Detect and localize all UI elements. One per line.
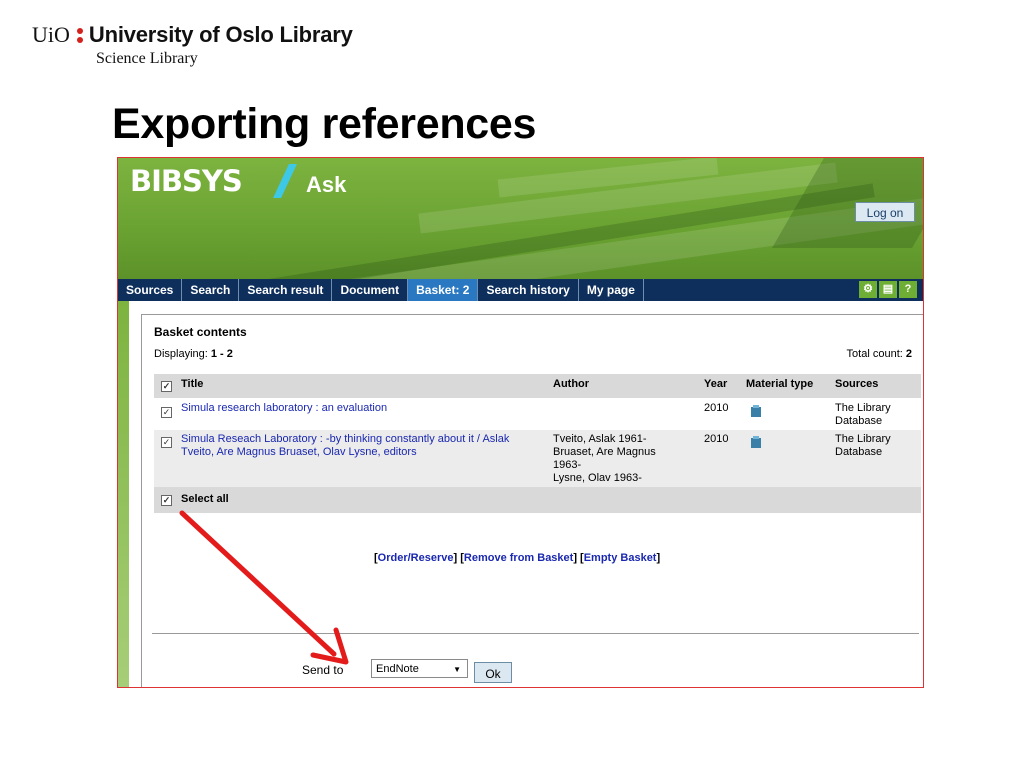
row-checkbox[interactable]: ✓ [161,437,172,448]
ask-logo: Ask [306,172,347,197]
tools-icon[interactable]: ⚙ [859,281,877,298]
basket-heading: Basket contents [154,325,247,339]
col-title: Title [181,378,204,390]
tab-sources[interactable]: Sources [118,279,183,301]
book-icon [750,404,762,421]
tab-document[interactable]: Document [332,279,409,301]
send-to-label: Send to [302,663,344,677]
dropdown-caret-icon: ▼ [453,665,461,674]
bibsys-logo: BIBSYS [130,164,243,198]
header-banner: BIBSYS Ask Log on [118,158,923,279]
col-year: Year [704,378,728,390]
select-all-row: ✓ Select all [154,487,921,513]
row-checkbox[interactable]: ✓ [161,407,172,418]
order-reserve-link[interactable]: Order/Reserve [378,552,454,564]
col-sources: Sources [835,378,879,390]
basket-panel: Basket contents Displaying: 1 - 2 Total … [141,314,923,687]
divider [152,633,919,634]
record-source: The Library Database [835,402,891,427]
remove-from-basket-link[interactable]: Remove from Basket [464,552,573,564]
main-nav: Sources Search Search result Document Ba… [118,279,923,301]
book-icon [750,435,762,452]
record-year: 2010 [704,433,729,445]
record-source: The Library Database [835,433,891,458]
basket-actions: [Order/Reserve] [Remove from Basket] [Em… [374,552,661,564]
uio-wordmark: UiO [32,22,70,47]
record-year: 2010 [704,402,729,414]
select-all-label[interactable]: Select all [181,493,229,505]
tab-search[interactable]: Search [182,279,240,301]
tab-basket[interactable]: Basket: 2 [408,279,479,301]
record-title-link[interactable]: Simula Reseach Laboratory : -by thinking… [181,433,509,459]
tab-search-result[interactable]: Search result [239,279,333,301]
uio-dots-icon [76,27,83,43]
help-icon[interactable]: ? [899,281,917,298]
print-icon[interactable]: ▤ [879,281,897,298]
record-author: Tveito, Aslak 1961- Bruaset, Are Magnus … [553,433,656,484]
nav-tool-icons: ⚙ ▤ ? [859,281,917,298]
table-row: ✓ Simula research laboratory : an evalua… [154,398,921,430]
tab-my-page[interactable]: My page [579,279,644,301]
app-screenshot: BIBSYS Ask Log on Sources Search Search … [117,157,924,688]
uio-logo: UiO University of Oslo Library [32,22,353,48]
table-header: ✓ Title Author Year Material type Source… [154,374,921,398]
col-material-type: Material type [746,378,814,390]
record-title-link[interactable]: Simula research laboratory : an evaluati… [181,402,387,414]
displaying-range: Displaying: 1 - 2 [154,348,233,360]
slide-title: Exporting references [112,100,537,148]
slash-icon [273,164,297,198]
total-count: Total count: 2 [846,348,912,360]
library-subtitle: Science Library [96,50,198,67]
table-row: ✓ Simula Reseach Laboratory : -by thinki… [154,430,921,487]
col-author: Author [553,378,590,390]
select-all-checkbox[interactable]: ✓ [161,495,172,506]
tab-search-history[interactable]: Search history [478,279,579,301]
ok-button[interactable]: Ok [474,662,512,683]
empty-basket-link[interactable]: Empty Basket [584,552,657,564]
library-title: University of Oslo Library [88,22,353,47]
send-to-select[interactable]: EndNote ▼ [371,659,468,678]
header-checkbox[interactable]: ✓ [161,381,172,392]
left-decor-bar [118,301,129,687]
basket-table: ✓ Title Author Year Material type Source… [154,374,921,513]
log-on-button[interactable]: Log on [855,202,915,222]
